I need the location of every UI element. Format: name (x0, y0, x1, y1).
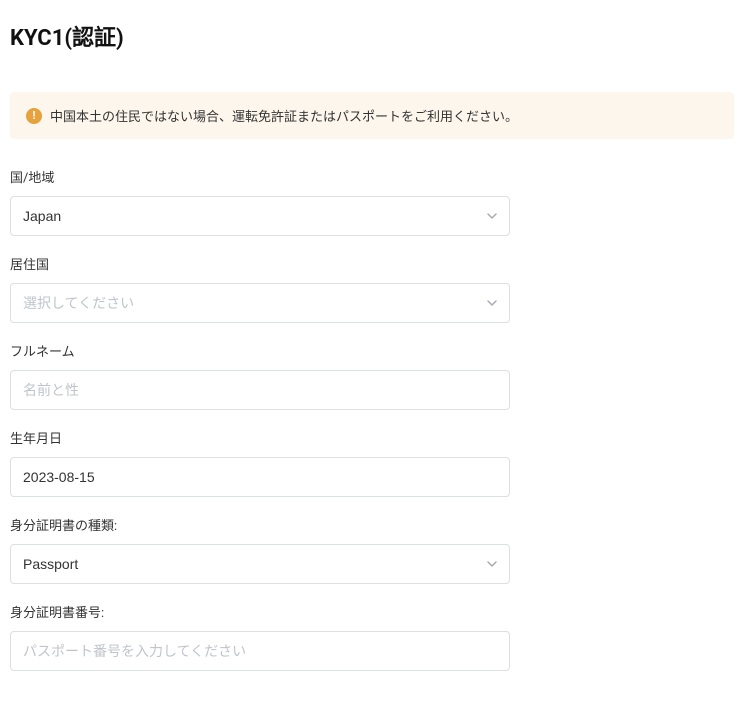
country-group: 国/地域 (10, 167, 510, 236)
birthdate-input[interactable] (10, 457, 510, 497)
idnumber-label: 身分証明書番号: (10, 602, 510, 621)
idtype-label: 身分証明書の種類: (10, 515, 510, 534)
idnumber-group: 身分証明書番号: (10, 602, 510, 671)
country-label: 国/地域 (10, 167, 510, 186)
idnumber-input[interactable] (10, 631, 510, 671)
residence-select[interactable] (10, 283, 510, 323)
birthdate-group: 生年月日 (10, 428, 510, 497)
birthdate-label: 生年月日 (10, 428, 510, 447)
residence-group: 居住国 (10, 254, 510, 323)
alert-text: 中国本土の住民ではない場合、運転免許証またはパスポートをご利用ください。 (50, 106, 518, 125)
page-title: KYC1(認証) (10, 20, 734, 52)
country-select[interactable] (10, 196, 510, 236)
idtype-group: 身分証明書の種類: (10, 515, 510, 584)
fullname-group: フルネーム (10, 341, 510, 410)
info-icon: ! (26, 108, 42, 124)
fullname-input[interactable] (10, 370, 510, 410)
idtype-input[interactable] (10, 544, 510, 584)
info-alert: ! 中国本土の住民ではない場合、運転免許証またはパスポートをご利用ください。 (10, 92, 734, 139)
idtype-select[interactable] (10, 544, 510, 584)
country-input[interactable] (10, 196, 510, 236)
residence-label: 居住国 (10, 254, 510, 273)
residence-input[interactable] (10, 283, 510, 323)
fullname-label: フルネーム (10, 341, 510, 360)
